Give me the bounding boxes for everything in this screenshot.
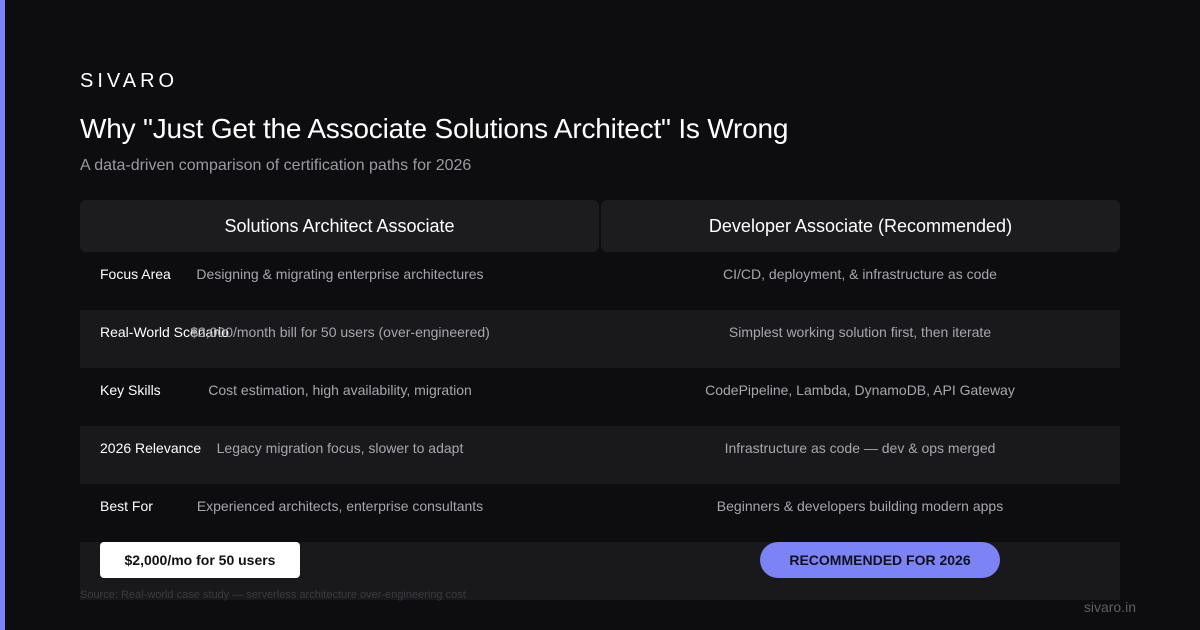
table-row: Real-World Scenario $2,000/month bill fo…: [80, 310, 1120, 368]
site-domain: sivaro.in: [1083, 599, 1136, 615]
cell-developer-associate: Infrastructure as code — dev & ops merge…: [724, 440, 996, 456]
table-row: 2026 Relevance Legacy migration focus, s…: [80, 426, 1120, 484]
table-row: Key Skills Cost estimation, high availab…: [80, 368, 1120, 426]
brand-logo: SIVARO: [80, 70, 179, 92]
cell-solutions-architect: Cost estimation, high availability, migr…: [208, 382, 472, 398]
table-row: Focus Area Designing & migrating enterpr…: [80, 252, 1120, 310]
cost-badge: $2,000/mo for 50 users: [100, 542, 300, 578]
cell-developer-associate: Beginners & developers building modern a…: [716, 498, 1004, 514]
cell-solutions-architect: $2,000/month bill for 50 users (over-eng…: [190, 324, 490, 340]
table-row: Best For Experienced architects, enterpr…: [80, 484, 1120, 542]
cell-solutions-architect: Experienced architects, enterprise consu…: [196, 498, 484, 514]
cell-developer-associate: CI/CD, deployment, & infrastructure as c…: [723, 266, 997, 282]
cell-solutions-architect: Designing & migrating enterprise archite…: [196, 266, 484, 282]
comparison-table: Solutions Architect Associate Developer …: [80, 200, 1120, 600]
cell-developer-associate: CodePipeline, Lambda, DynamoDB, API Gate…: [705, 382, 1015, 398]
cell-developer-associate: Simplest working solution first, then it…: [728, 324, 992, 340]
cell-solutions-architect: Legacy migration focus, slower to adapt: [216, 440, 464, 456]
source-note: Source: Real-world case study — serverle…: [80, 589, 466, 601]
header-developer-associate: Developer Associate (Recommended): [601, 200, 1120, 252]
table-header: Solutions Architect Associate Developer …: [80, 200, 1120, 252]
accent-bar: [0, 0, 5, 630]
page-subtitle: A data-driven comparison of certificatio…: [80, 157, 472, 174]
recommended-badge: RECOMMENDED FOR 2026: [760, 542, 1000, 578]
header-solutions-architect: Solutions Architect Associate: [80, 200, 599, 252]
page-title: Why "Just Get the Associate Solutions Ar…: [80, 113, 789, 144]
